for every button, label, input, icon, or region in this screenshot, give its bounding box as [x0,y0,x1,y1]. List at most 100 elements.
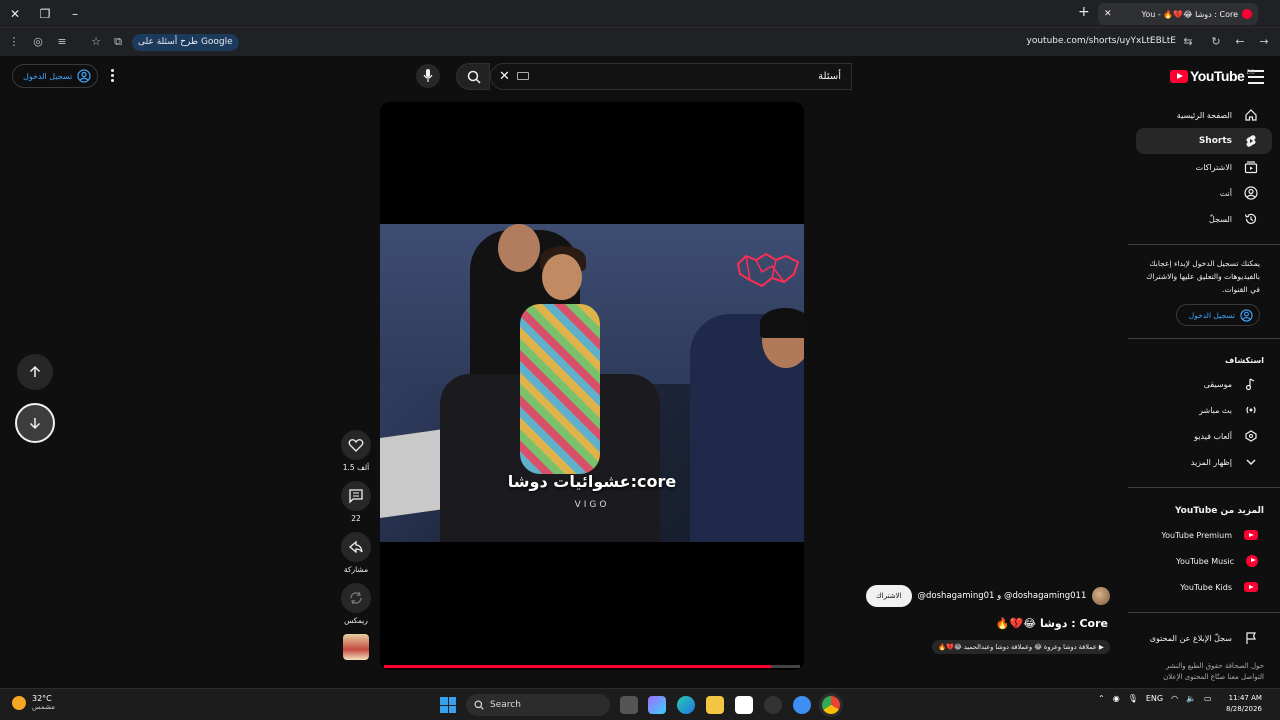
restore-window-icon[interactable]: ❐ [36,5,54,23]
volume-icon[interactable]: 🔈 [1186,694,1196,703]
new-tab-icon[interactable]: + [1078,4,1090,20]
youtube-logo[interactable]: YouTube EG [1170,68,1255,84]
sidebar-sign-in-button[interactable]: تسجيل الدخول [1176,304,1260,326]
channel-name[interactable]: @doshagaming01 و @doshagaming011 [918,591,1087,601]
heart-icon [348,439,364,452]
sidebar-item-subscriptions[interactable]: الاشتراكات [1136,154,1272,180]
app-icon[interactable] [793,696,811,714]
tray-expand-icon[interactable]: ⌃ [1098,694,1105,703]
child [520,304,600,474]
remix-action[interactable]: ريمكس [338,583,374,626]
reading-list-icon[interactable]: ≡ [54,34,70,50]
footer-line[interactable]: التواصل معنا صنّاع المحتوى الإعلان [1144,672,1264,683]
taskbar-search-label: Search [490,700,521,710]
back-icon[interactable]: → [1256,34,1272,50]
sound-thumbnail[interactable] [343,634,369,660]
sidebar-item-kids[interactable]: YouTube Kids [1136,574,1272,600]
comment-action[interactable]: 22 [338,481,374,524]
comment-icon [349,489,363,504]
share-label: مشاركة [343,565,369,574]
reload-icon[interactable]: ↻ [1208,34,1224,50]
progress-fill [384,665,771,668]
home-icon [1245,109,1257,121]
sidebar-item-gaming[interactable]: ألعاب فيديو [1136,423,1272,449]
sidebar-item-you[interactable]: أنت [1136,180,1272,206]
tab-search-icon[interactable]: ⧉ [110,34,126,50]
weather-widget[interactable]: 32°C مشمس [12,694,55,711]
sound-pill[interactable]: ▶ ‏عملاقة دوشا وعروة 😂 وعملاقة دوشا وعبد… [932,640,1110,654]
taskbar-search[interactable]: Search [466,694,610,716]
task-view-icon[interactable] [620,696,638,714]
sidebar-item-history[interactable]: السجلّ [1136,206,1272,232]
sign-in-prompt: يمكنك تسجيل الدخول لإبداء إعجابك بالفيدي… [1146,259,1260,294]
sound-action[interactable] [338,634,374,660]
shorts-player[interactable]: عشوائيات دوشا:core VIGO [380,102,804,670]
comment-button[interactable] [341,481,371,511]
voice-search-button[interactable] [416,64,440,88]
you-icon [1244,186,1258,200]
sidebar-item-report[interactable]: سجلّ الإبلاغ عن المحتوى [1136,625,1272,651]
microphone-icon[interactable]: 🎙 [1128,694,1138,703]
clock[interactable]: 11:47 AM 8/28/2026 [1226,693,1262,715]
network-icon[interactable]: ◉ [1113,694,1120,703]
share-action[interactable]: مشاركة [338,532,374,575]
video-title[interactable]: Core : دوشا 😂💔🔥 [880,617,1108,630]
live-icon [1246,406,1256,414]
url-field[interactable]: youtube.com/shorts/uyYxLtEBLtE [1000,36,1176,46]
store-icon[interactable] [735,696,753,714]
wifi-icon[interactable]: ◠ [1171,694,1178,703]
subscribe-button[interactable]: الاشتراك [866,585,912,607]
sidebar-item-label: YouTube Music [1176,556,1234,566]
avatar[interactable] [1092,587,1110,605]
keyboard-icon[interactable] [517,72,529,80]
forward-icon[interactable]: ← [1232,34,1248,50]
progress-bar[interactable] [384,665,800,668]
video-frame[interactable]: عشوائيات دوشا:core VIGO [380,224,804,542]
search-button[interactable] [456,63,490,90]
search-input[interactable]: أسئلة [490,63,852,90]
site-settings-icon[interactable]: ⇆ [1180,34,1196,50]
footer-line[interactable]: حول الصحافة حقوق الطبع والنشر [1144,661,1264,672]
sidebar-item-music-app[interactable]: YouTube Music [1136,548,1272,574]
close-window-icon[interactable]: ✕ [6,5,24,23]
bookmark-star-icon[interactable]: ☆ [88,34,104,50]
keyboard-language[interactable]: ENG [1146,694,1163,703]
profile-icon[interactable]: ◎ [30,34,46,50]
settings-kebab-icon[interactable] [111,69,114,84]
file-explorer-icon[interactable] [706,696,724,714]
google-lens-button[interactable]: طرح أسئلة على Google [132,34,239,51]
browser-tab-bar: ✕ ❐ – + Core : دوشا 😂💔🔥 - You ✕ [0,0,1280,28]
country-code: EG [1246,68,1255,76]
youtube-music-icon [1246,555,1258,567]
sidebar-item-premium[interactable]: YouTube Premium [1136,522,1272,548]
sign-in-button[interactable]: تسجيل الدخول [12,64,99,88]
clock-date: 8/28/2026 [1226,705,1262,713]
next-video-button[interactable] [15,403,55,443]
flag-icon [1246,632,1256,644]
tab-close-icon[interactable]: ✕ [1104,9,1112,19]
remix-button[interactable] [341,583,371,613]
battery-icon[interactable]: ▭ [1204,694,1212,703]
footer-links[interactable]: حول الصحافة حقوق الطبع والنشر التواصل مع… [1128,661,1280,683]
windows-start-icon[interactable] [440,697,456,713]
minimize-window-icon[interactable]: – [66,5,84,23]
chrome-icon[interactable] [822,696,840,714]
copilot-icon[interactable] [648,696,666,714]
settings-gear-icon[interactable] [764,696,782,714]
sidebar-item-label: موسيقى [1203,379,1232,389]
browser-tab[interactable]: Core : دوشا 😂💔🔥 - You ✕ [1098,3,1258,25]
like-action[interactable]: 1.5 ألف [338,430,374,473]
sidebar-item-music[interactable]: موسيقى [1136,371,1272,397]
sidebar-item-live[interactable]: بث مباشر [1136,397,1272,423]
share-button[interactable] [341,532,371,562]
clear-search-icon[interactable]: ✕ [499,69,510,84]
edge-icon[interactable] [677,696,695,714]
sidebar-show-more[interactable]: إظهار المزيد [1136,449,1272,475]
sidebar-item-shorts[interactable]: Shorts [1136,128,1272,154]
sidebar-sign-in-label: تسجيل الدخول [1188,310,1235,320]
tab-title: Core : دوشا 😂💔🔥 - You [1141,9,1238,19]
like-button[interactable] [341,430,371,460]
sidebar-item-home[interactable]: الصفحة الرئيسية [1136,102,1272,128]
more-menu-icon[interactable]: ⋮ [6,34,22,50]
previous-video-button[interactable] [17,354,53,390]
